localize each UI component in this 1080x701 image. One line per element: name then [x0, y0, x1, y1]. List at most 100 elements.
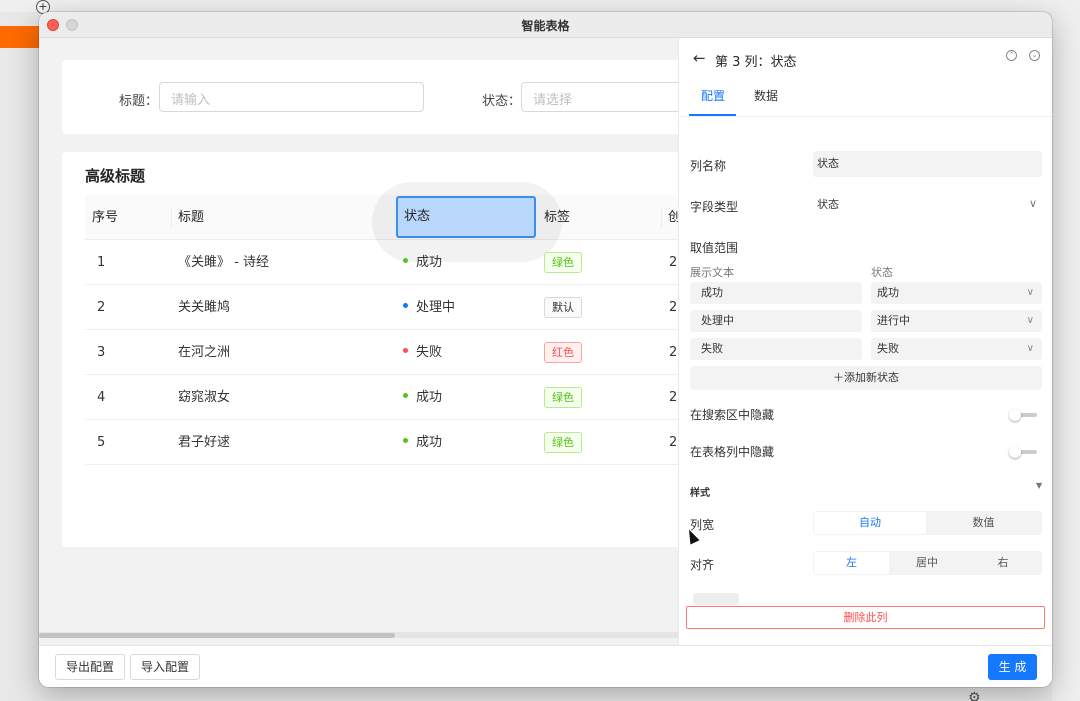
panel-title: 第 3 列：状态 [715, 55, 797, 70]
row-tag: 绿色 [544, 252, 582, 273]
align-center-option[interactable]: 居中 [889, 552, 965, 574]
row-tag: 红色 [544, 342, 582, 363]
toggle-knob [1009, 446, 1021, 458]
row-status-text: 处理中 [416, 300, 456, 315]
align-right-option[interactable]: 右 [965, 552, 1041, 574]
row-status: 成功 [403, 420, 442, 465]
add-state-button[interactable]: ＋添加新状态 [690, 366, 1042, 390]
app-window: 智能表格 标题： 请输入 状态： 请选择 高级标题 序号 标题 状态 标签 创 … [39, 12, 1052, 687]
table-row[interactable]: 4 窈窕淑女 成功 绿色 2 [85, 375, 702, 420]
window-title: 智能表格 [521, 19, 570, 33]
row-status-text: 成功 [416, 390, 443, 405]
hide-in-search-label: 在搜索区中隐藏 [690, 408, 775, 422]
row-title: 关关雎鸠 [178, 300, 231, 315]
align-label: 对齐 [690, 558, 715, 572]
hide-in-search-toggle[interactable] [1009, 409, 1037, 421]
row-tag: 绿色 [544, 387, 582, 408]
chevron-down-icon: ∨ [1026, 315, 1034, 326]
option-state-select[interactable]: 成功 ∨ [871, 282, 1042, 304]
row-title: 窈窕淑女 [178, 390, 231, 405]
title-bar: 智能表格 [39, 12, 1052, 38]
collapse-caret-icon[interactable]: ▼ [1036, 481, 1042, 490]
tab-config[interactable]: 配置 [701, 87, 725, 104]
chevron-down-icon: ∨ [1026, 287, 1034, 298]
status-dot-icon [403, 393, 408, 398]
status-dot-icon [403, 438, 408, 443]
row-tag: 默认 [544, 297, 582, 318]
field-type-label: 字段类型 [690, 200, 739, 214]
row-tag: 绿色 [544, 432, 582, 453]
status-filter-select[interactable]: 请选择 [521, 82, 701, 112]
footer-bar: 导出配置 导入配置 生 成 [39, 645, 1052, 687]
width-auto-option[interactable]: 自动 [814, 512, 926, 534]
title-filter-label: 标题： [119, 94, 159, 109]
row-title: 在河之洲 [178, 345, 231, 360]
value-range-label: 取值范围 [690, 241, 739, 255]
option-state-value: 进行中 [877, 314, 910, 327]
export-config-button[interactable]: 导出配置 [55, 654, 126, 680]
delete-column-button[interactable]: 删除此列 [686, 606, 1045, 629]
chevron-down-icon: ∨ [1026, 343, 1034, 354]
tab-divider [679, 116, 1052, 117]
column-config-panel: ← 第 3 列：状态 ⌃ ⌄ 配置 数据 列名称 状态 字段类型 状态 ∨ 取值… [678, 38, 1052, 645]
row-status: 成功 [403, 240, 442, 285]
column-header-index[interactable]: 序号 [92, 195, 118, 240]
table-title: 高级标题 [85, 167, 146, 185]
row-status-text: 成功 [416, 255, 443, 270]
move-down-icon[interactable]: ⌄ [1029, 50, 1040, 61]
column-header-tag[interactable]: 标签 [544, 195, 570, 240]
tab-data[interactable]: 数据 [754, 87, 778, 104]
field-type-select[interactable]: 状态 [813, 192, 1042, 218]
horizontal-scrollbar-thumb[interactable] [39, 633, 395, 638]
table-row[interactable]: 1 《关雎》 - 诗经 成功 绿色 2 [85, 240, 702, 285]
row-index: 2 [97, 300, 106, 315]
desktop-top-strip [0, 0, 1080, 12]
status-dot-icon [403, 303, 408, 308]
row-created: 2 [669, 435, 678, 450]
option-text-input[interactable]: 失败 [690, 338, 862, 360]
option-text-input[interactable]: 处理中 [690, 310, 862, 332]
width-value-option[interactable]: 数值 [926, 512, 1041, 534]
option-state-select[interactable]: 进行中 ∨ [871, 310, 1042, 332]
column-header-title[interactable]: 标题 [178, 195, 204, 240]
row-status: 失败 [403, 330, 442, 375]
import-config-button[interactable]: 导入配置 [130, 654, 201, 680]
title-filter-input[interactable]: 请输入 [159, 82, 424, 112]
table-row[interactable]: 3 在河之洲 失败 红色 2 [85, 330, 702, 375]
status-filter-label: 状态： [482, 94, 522, 109]
search-form: 标题： 请输入 状态： 请选择 [62, 60, 702, 134]
desktop-right-strip [1052, 0, 1080, 701]
row-index: 1 [97, 255, 106, 270]
column-name-input[interactable]: 状态 [813, 151, 1042, 177]
row-index: 4 [97, 390, 106, 405]
move-up-icon[interactable]: ⌃ [1006, 50, 1017, 61]
desktop-gear-icon: ⚙ [968, 690, 981, 701]
table-row[interactable]: 2 关关雎鸠 处理中 默认 2 [85, 285, 702, 330]
table-card: 高级标题 序号 标题 状态 标签 创 1 《关雎》 - 诗经 成功 绿色 2 2… [62, 152, 702, 547]
desktop-orange-tab [0, 26, 40, 48]
column-divider [171, 207, 172, 229]
column-header-status-selected[interactable]: 状态 [396, 196, 536, 238]
row-status-text: 失败 [416, 345, 443, 360]
generate-button[interactable]: 生 成 [988, 654, 1037, 680]
status-dot-icon [403, 258, 408, 263]
toggle-knob [1009, 409, 1021, 421]
option-text-input[interactable]: 成功 [690, 282, 862, 304]
chevron-down-icon: ∨ [1029, 197, 1038, 210]
drag-ghost [693, 593, 739, 605]
row-created: 2 [669, 255, 678, 270]
row-index: 3 [97, 345, 106, 360]
align-left-option[interactable]: 左 [814, 552, 889, 574]
status-header: 状态 [871, 266, 893, 279]
row-created: 2 [669, 300, 678, 315]
status-dot-icon [403, 348, 408, 353]
display-text-header: 展示文本 [690, 266, 734, 279]
hide-in-table-label: 在表格列中隐藏 [690, 445, 775, 459]
back-arrow-icon[interactable]: ← [693, 49, 706, 67]
row-created: 2 [669, 390, 678, 405]
option-state-select[interactable]: 失败 ∨ [871, 338, 1042, 360]
table-row[interactable]: 5 君子好逑 成功 绿色 2 [85, 420, 702, 465]
column-name-label: 列名称 [690, 159, 727, 173]
row-created: 2 [669, 345, 678, 360]
hide-in-table-toggle[interactable] [1009, 446, 1037, 458]
